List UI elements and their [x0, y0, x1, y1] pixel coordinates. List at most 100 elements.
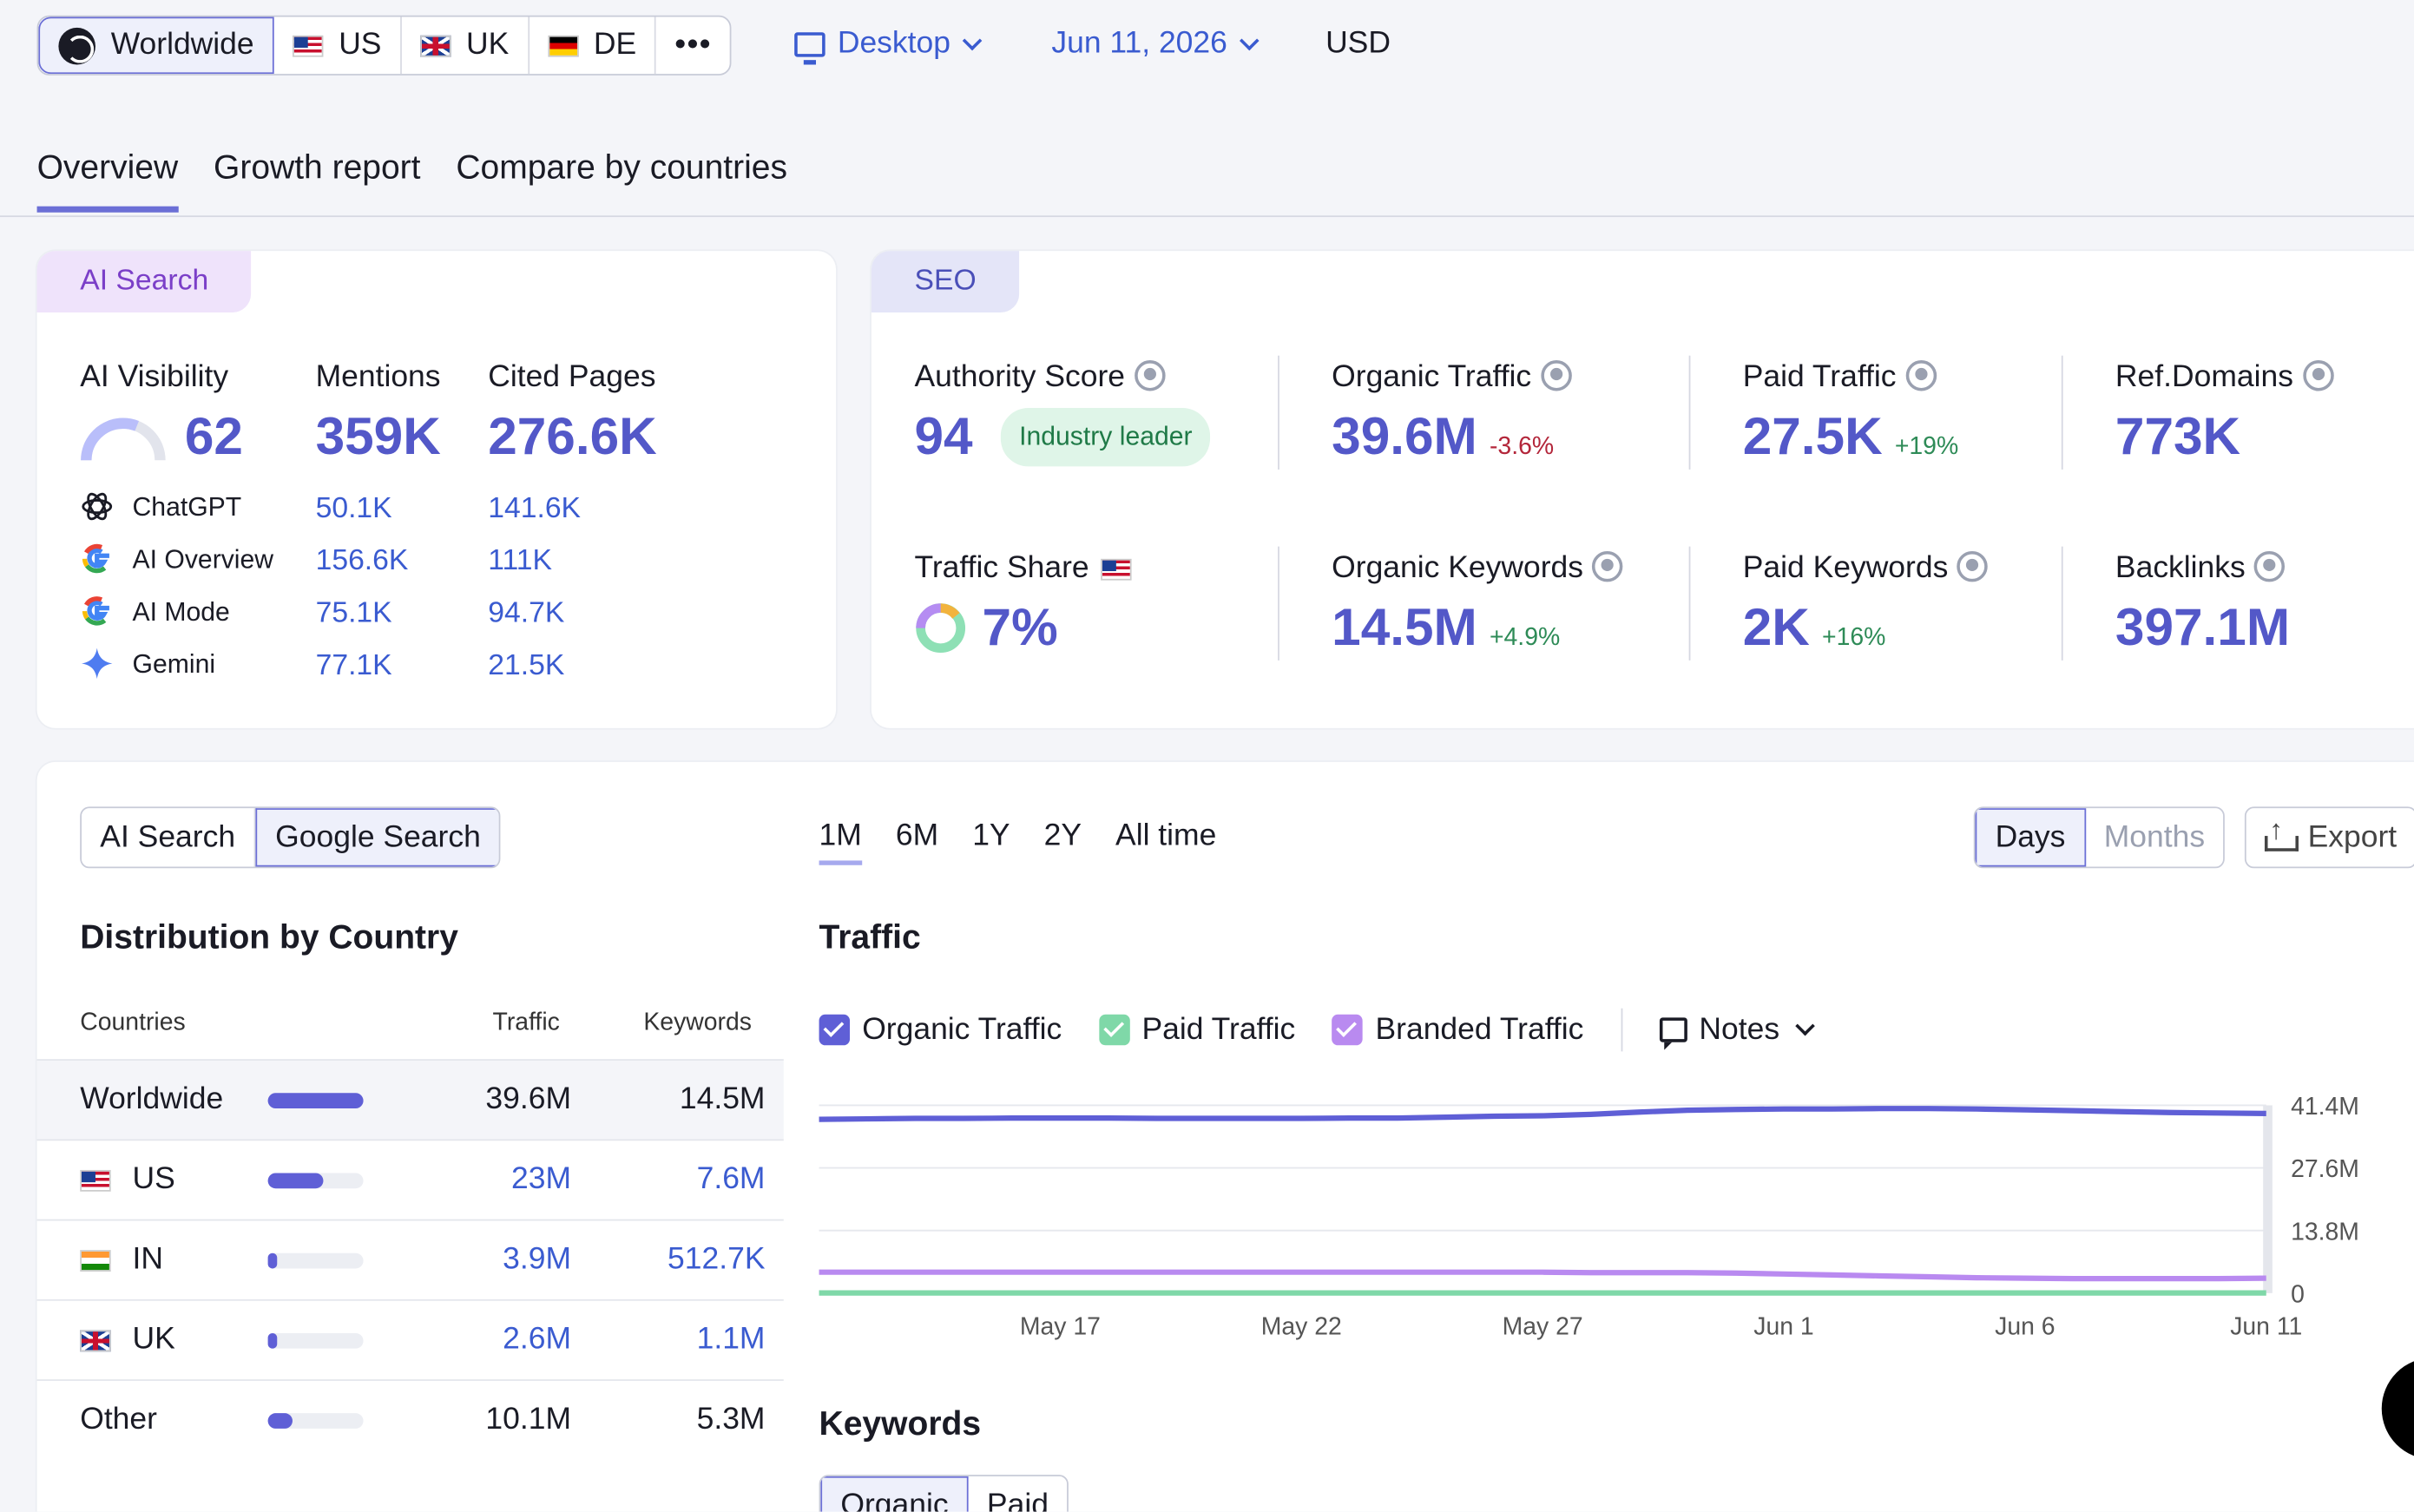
keywords-cell[interactable]: 1.1M: [697, 1323, 766, 1358]
y-tick-label: 41.4M: [2291, 1093, 2359, 1121]
organic-keywords-metric[interactable]: 14.5M +4.9%: [1332, 599, 1560, 659]
ai-search-tag: AI Search: [36, 251, 252, 313]
ai-source-mentions[interactable]: 50.1K: [316, 493, 392, 527]
traffic-cell[interactable]: 2.6M: [503, 1323, 571, 1358]
organic-keywords-tab[interactable]: Organic: [820, 1476, 969, 1512]
range-1m[interactable]: 1M: [819, 819, 862, 865]
ai-source-mentions[interactable]: 77.1K: [316, 649, 392, 683]
date-range-tabs: 1M 6M 1Y 2Y All time: [819, 819, 1216, 865]
tabs-divider: [0, 215, 2414, 218]
traffic-line-chart[interactable]: 41.4M 27.6M 13.8M 0 May 17 May 22 May 27 Jun 1 J…: [806, 1078, 2414, 1371]
series-line-branded-traffic[interactable]: [819, 1269, 2266, 1282]
paid-keywords-tab[interactable]: Paid: [969, 1476, 1068, 1511]
keywords-cell[interactable]: 7.6M: [697, 1162, 766, 1198]
ai-source-cited[interactable]: 94.7K: [488, 597, 564, 631]
keywords-type-toggle: Organic Paid: [819, 1475, 1069, 1512]
legend-branded-traffic[interactable]: Branded Traffic: [1332, 1012, 1583, 1048]
paid-traffic-metric[interactable]: 27.5K +19%: [1743, 408, 1958, 468]
globe-info-icon: [1540, 360, 1572, 391]
authority-score-label: Authority Score: [915, 360, 1166, 396]
legend-organic-traffic[interactable]: Organic Traffic: [819, 1012, 1062, 1048]
table-row[interactable]: US 23M 7.6M: [36, 1139, 784, 1219]
country-selector: Worldwide US UK DE •••: [36, 15, 733, 76]
ai-source-name: ChatGPT: [132, 492, 242, 523]
table-row[interactable]: IN 3.9M 512.7K: [36, 1219, 784, 1299]
date-dropdown[interactable]: Jun 11, 2026: [1051, 26, 1260, 62]
keywords-cell: 5.3M: [696, 1402, 766, 1436]
range-2y[interactable]: 2Y: [1044, 819, 1082, 865]
days-toggle[interactable]: Days: [1975, 808, 2086, 867]
paid-traffic-label: Paid Traffic: [1743, 360, 1937, 396]
cited-pages-value: 276.6K: [488, 408, 657, 467]
keywords-cell[interactable]: 512.7K: [668, 1242, 765, 1278]
country-name: Other: [80, 1402, 157, 1436]
ai-search-card: AI Search AI Visibility Mentions Cited P…: [36, 251, 837, 728]
organic-keywords-value: 14.5M: [1332, 598, 1477, 658]
country-de-button[interactable]: DE: [529, 16, 657, 75]
notes-dropdown[interactable]: Notes: [1659, 1012, 1815, 1050]
x-tick-label: Jun 11: [2230, 1313, 2302, 1341]
series-line-organic-traffic[interactable]: [819, 1106, 2266, 1122]
chevron-down-icon: [963, 30, 983, 50]
keywords-header: Keywords: [643, 1009, 752, 1036]
traffic-cell[interactable]: 23M: [511, 1162, 571, 1198]
export-button[interactable]: Export: [2244, 806, 2414, 869]
metric-divider: [1278, 546, 1279, 661]
desktop-icon: [794, 31, 825, 64]
traffic-cell: 10.1M: [485, 1402, 572, 1436]
app-root: Worldwide US UK DE ••• Desktop Jun 11, 2…: [0, 0, 2414, 1512]
ref-domains-value[interactable]: 773K: [2115, 408, 2240, 468]
ai-source-mentions[interactable]: 75.1K: [316, 597, 392, 631]
tab-growth-report[interactable]: Growth report: [214, 148, 421, 212]
legend-paid-traffic[interactable]: Paid Traffic: [1098, 1012, 1295, 1048]
range-1y[interactable]: 1Y: [972, 819, 1010, 865]
country-label: DE: [593, 27, 637, 62]
chevron-down-icon: [1795, 1016, 1815, 1036]
organic-traffic-change: -3.6%: [1489, 434, 1555, 461]
country-worldwide-button[interactable]: Worldwide: [38, 16, 274, 75]
paid-keywords-metric[interactable]: 2K +16%: [1743, 599, 1886, 659]
range-all-time[interactable]: All time: [1115, 819, 1216, 865]
checkbox-icon: [819, 1014, 851, 1046]
checkbox-icon: [1098, 1014, 1130, 1046]
tab-compare-by-countries[interactable]: Compare by countries: [456, 148, 787, 212]
traffic-cell: 39.6M: [485, 1081, 572, 1116]
granularity-toggle: Days Months: [1973, 806, 2226, 869]
country-us-button[interactable]: US: [274, 16, 402, 75]
country-label: US: [339, 27, 382, 62]
globe-info-icon: [2302, 360, 2334, 391]
table-row[interactable]: Other 10.1M 5.3M: [36, 1379, 784, 1459]
distribution-title: Distribution by Country: [80, 917, 458, 957]
traffic-share-bar: [267, 1172, 364, 1188]
traffic-share-value: 7%: [982, 598, 1058, 658]
organic-traffic-metric[interactable]: 39.6M -3.6%: [1332, 408, 1554, 468]
ai-source-cited[interactable]: 111K: [488, 545, 552, 579]
country-name: US: [132, 1162, 175, 1197]
tab-overview[interactable]: Overview: [36, 148, 179, 213]
traffic-cell[interactable]: 3.9M: [503, 1242, 571, 1278]
google-icon: [80, 542, 117, 579]
currency-label: USD: [1325, 26, 1391, 61]
more-icon: •••: [674, 27, 713, 62]
table-row[interactable]: Worldwide 39.6M 14.5M: [36, 1059, 784, 1140]
globe-info-icon: [1592, 550, 1624, 582]
ai-search-toggle[interactable]: AI Search: [82, 808, 256, 867]
device-dropdown[interactable]: Desktop: [794, 26, 983, 64]
x-tick-label: May 22: [1261, 1313, 1342, 1341]
chart-legend: Organic Traffic Paid Traffic Branded Tra…: [819, 1008, 1815, 1052]
google-search-toggle[interactable]: Google Search: [255, 808, 500, 867]
range-6m[interactable]: 6M: [896, 819, 938, 865]
country-uk-button[interactable]: UK: [402, 16, 530, 75]
backlinks-value[interactable]: 397.1M: [2115, 599, 2290, 659]
table-row[interactable]: UK 2.6M 1.1M: [36, 1298, 784, 1379]
ai-source-mentions[interactable]: 156.6K: [316, 545, 409, 579]
months-toggle[interactable]: Months: [2085, 808, 2223, 866]
in-flag-icon: [80, 1249, 111, 1272]
more-countries-button[interactable]: •••: [656, 17, 730, 75]
ai-source-cited[interactable]: 141.6K: [488, 493, 581, 527]
note-icon: [1659, 1017, 1687, 1050]
x-tick-label: Jun 6: [1995, 1313, 2055, 1341]
paid-keywords-change: +16%: [1822, 625, 1886, 652]
ai-source-cited[interactable]: 21.5K: [488, 649, 564, 683]
ai-visibility-value: 62: [184, 408, 243, 467]
